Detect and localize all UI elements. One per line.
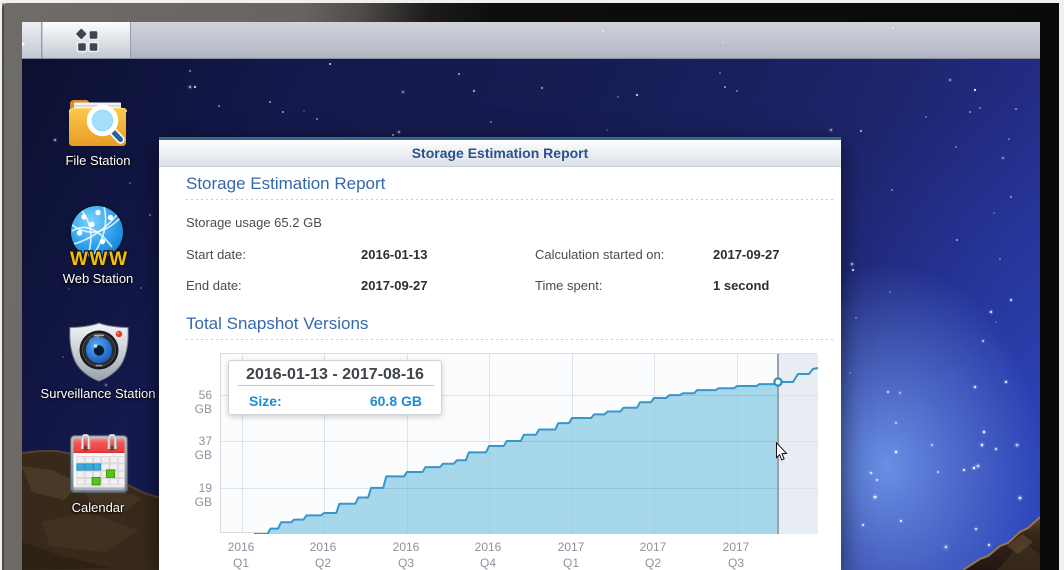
svg-text:WWW: WWW [70,249,127,269]
